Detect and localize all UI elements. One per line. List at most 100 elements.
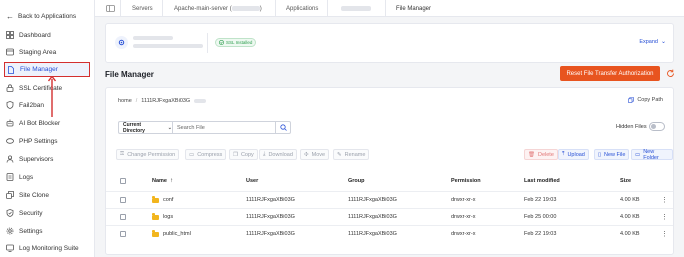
sidebar-item-security[interactable]: Security — [6, 206, 91, 220]
app-icon — [115, 36, 128, 49]
table-row[interactable]: logs 1111RJFxgaXBi03G 1111RJFxgaXBi03G d… — [106, 208, 673, 225]
move-button[interactable]: ✣ Move — [300, 149, 330, 160]
new-folder-button[interactable]: ▭ New Folder — [631, 148, 673, 161]
page-title: File Manager — [105, 70, 154, 79]
button-label: Delete — [537, 151, 554, 158]
breadcrumb-server[interactable]: Apache-main-server ( ) — [174, 0, 262, 17]
staging-icon — [6, 48, 14, 56]
path-root[interactable]: home — [118, 98, 132, 104]
file-name[interactable]: logs — [163, 214, 173, 220]
file-manager-card: home / 1111RJFxgaXBi03G Copy Path Curren… — [105, 87, 674, 255]
upload-button[interactable]: ⤒ Upload — [558, 149, 589, 160]
refresh-icon[interactable] — [666, 69, 676, 79]
copy-path-button[interactable]: Copy Path — [628, 97, 663, 103]
back-label: Back to Applications — [18, 13, 77, 20]
back-to-applications-link[interactable]: ← Back to Applications — [6, 12, 76, 21]
sidebar-item-label: Site Clone — [19, 191, 49, 199]
breadcrumb-current: File Manager — [396, 5, 432, 12]
breadcrumb-servers[interactable]: Servers — [132, 0, 153, 17]
search-button[interactable] — [276, 121, 291, 134]
monitor-icon — [6, 244, 14, 252]
column-label: Name — [152, 178, 167, 184]
sidebar-item-log-monitoring-suite[interactable]: Log Monitoring Suite — [6, 241, 91, 255]
lock-icon — [6, 84, 14, 92]
pencil-icon: ✎ — [337, 151, 342, 158]
search-icon — [279, 124, 287, 131]
file-permission: drwxr-xr-x — [451, 231, 476, 237]
more-options-icon[interactable]: ⋮ — [661, 209, 668, 225]
ssl-badge: SSL Installed — [215, 38, 257, 47]
shield-icon — [6, 101, 14, 109]
download-button[interactable]: ⤓ Download — [259, 149, 297, 160]
sidebar-item-file-manager[interactable]: File Manager — [4, 62, 90, 77]
file-size: 4.00 KB — [620, 214, 640, 220]
copy-icon — [628, 97, 635, 103]
sidebar-item-site-clone[interactable]: Site Clone — [6, 188, 91, 202]
row-checkbox[interactable] — [120, 197, 126, 203]
column-user: User — [246, 178, 259, 184]
trash-icon: 🗑 — [528, 151, 535, 158]
breadcrumb-applications[interactable]: Applications — [286, 0, 318, 17]
sidebar-toggle-icon[interactable] — [106, 0, 115, 17]
row-checkbox[interactable] — [120, 214, 126, 220]
column-size: Size — [620, 178, 632, 184]
sidebar-item-php-settings[interactable]: PHP Settings — [6, 134, 91, 148]
clone-icon — [6, 191, 14, 199]
search-input[interactable]: Search File — [172, 121, 276, 134]
sort-up-icon: ↑ — [169, 178, 173, 184]
delete-button[interactable]: 🗑 Delete — [524, 149, 558, 160]
select-all-checkbox[interactable] — [120, 178, 126, 184]
gear-icon — [6, 227, 14, 235]
sidebar-item-label: Supervisors — [19, 155, 54, 163]
rename-button[interactable]: ✎ Rename — [333, 149, 370, 160]
copy-button[interactable]: ❐ Copy — [229, 149, 258, 160]
redacted-text — [133, 36, 173, 40]
redacted-text — [231, 6, 260, 11]
upload-icon: ⤒ — [562, 151, 565, 157]
column-name[interactable]: Name ↑ — [152, 174, 173, 188]
file-user: 1111RJFxgaXBi03G — [246, 214, 295, 220]
sidebar-item-label: Log Monitoring Suite — [19, 244, 79, 252]
file-modified: Feb 25 00:00 — [524, 214, 557, 220]
file-icon — [7, 65, 15, 74]
more-options-icon[interactable]: ⋮ — [661, 226, 668, 242]
file-name[interactable]: public_html — [163, 231, 191, 237]
new-file-icon: ▯ — [598, 151, 602, 158]
file-group: 1111RJFxgaXBi03G — [348, 231, 397, 237]
breadcrumb: Servers Apache-main-server ( ) Applicati… — [95, 0, 684, 17]
hidden-files-toggle[interactable] — [649, 122, 665, 131]
sidebar-item-dashboard[interactable]: Dashboard — [6, 28, 91, 42]
search-placeholder: Search File — [177, 124, 205, 131]
table-row[interactable]: conf 1111RJFxgaXBi03G 1111RJFxgaXBi03G d… — [106, 191, 673, 208]
directory-select[interactable]: Current Directory ⌄ — [118, 121, 172, 134]
button-label: Upload — [567, 151, 585, 158]
sidebar-item-settings[interactable]: Settings — [6, 224, 91, 238]
more-options-icon[interactable]: ⋮ — [661, 192, 668, 208]
reset-file-transfer-button[interactable]: Reset File Transfer Authorization — [560, 66, 660, 81]
file-user: 1111RJFxgaXBi03G — [246, 231, 295, 237]
row-checkbox[interactable] — [120, 231, 126, 237]
file-name[interactable]: conf — [163, 197, 173, 203]
key-icon: ⚿ — [120, 151, 125, 157]
file-permission: drwxr-xr-x — [451, 197, 476, 203]
new-file-button[interactable]: ▯ New File — [594, 149, 630, 160]
change-permission-button[interactable]: ⚿ Change Permission — [116, 149, 180, 160]
path-user[interactable]: 1111RJFxgaXBi03G — [141, 98, 190, 104]
sidebar-item-label: AI Bot Blocker — [19, 119, 61, 127]
directory-select-value: Current Directory — [123, 121, 145, 134]
sidebar-item-logs[interactable]: Logs — [6, 170, 91, 184]
sidebar-item-ai-bot-blocker[interactable]: AI Bot Blocker — [6, 116, 91, 130]
server-name: Apache-main-server ( — [174, 5, 232, 12]
expand-button[interactable]: Expand ⌄ — [639, 38, 666, 46]
arrow-left-icon: ← — [6, 12, 14, 21]
sidebar-item-label: PHP Settings — [19, 137, 58, 145]
file-size: 4.00 KB — [620, 197, 640, 203]
security-icon — [6, 209, 14, 217]
sidebar-item-supervisors[interactable]: Supervisors — [6, 152, 91, 166]
table-row[interactable]: public_html 1111RJFxgaXBi03G 1111RJFxgaX… — [106, 225, 673, 242]
folder-icon — [152, 196, 159, 203]
button-label: New Folder — [643, 148, 659, 161]
compress-button[interactable]: ▭ Compress — [185, 149, 227, 160]
breadcrumb-app[interactable] — [341, 0, 371, 17]
sidebar-item-staging-area[interactable]: Staging Area — [6, 45, 91, 59]
